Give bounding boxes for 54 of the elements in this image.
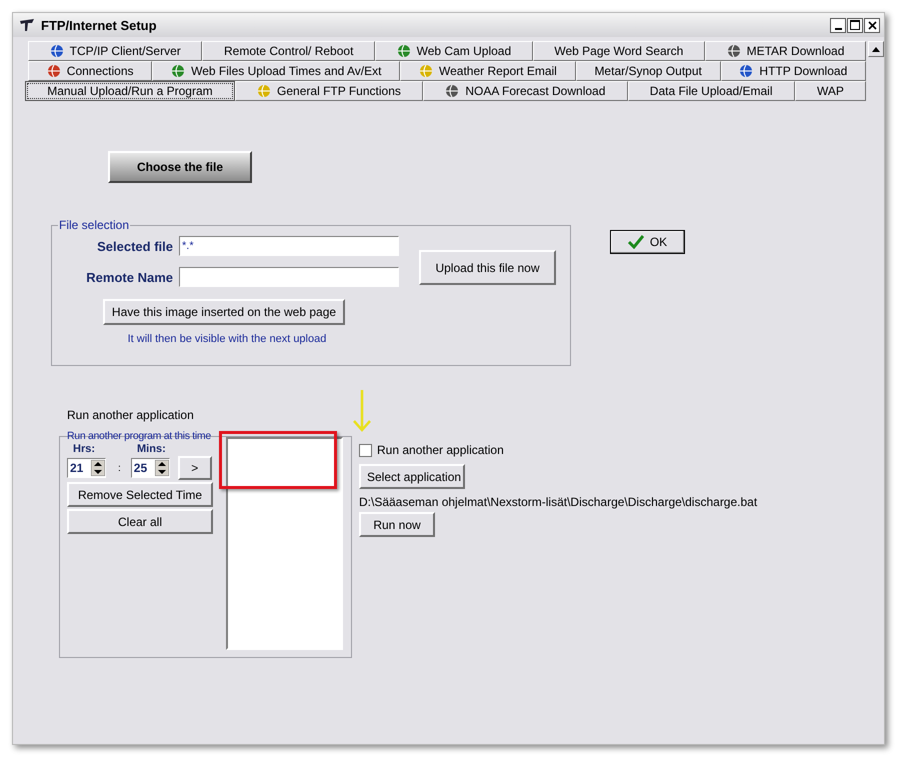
tab[interactable]: WAP [794, 81, 866, 101]
spin-arrows-icon [91, 460, 105, 476]
tab[interactable]: Web Files Upload Times and Av/Ext [152, 61, 400, 81]
time-separator: : [118, 462, 121, 474]
time-list[interactable] [226, 437, 343, 650]
remote-name-field[interactable] [179, 267, 399, 287]
add-time-button[interactable]: > [178, 456, 212, 480]
upload-note: It will then be visible with the next upload [128, 333, 326, 345]
application-path: D:\Sääaseman ohjelmat\Nexstorm-lisät\Discharge\Discharge\discharge.bat [359, 495, 758, 509]
spin-arrows-icon [154, 460, 169, 476]
run-application-heading: Run another application [67, 408, 194, 422]
down-arrow-icon [351, 389, 373, 433]
close-button[interactable] [864, 18, 880, 32]
tab[interactable]: Remote Control/ Reboot [202, 41, 376, 61]
upload-file-button[interactable]: Upload this file now [419, 250, 556, 285]
tab[interactable]: TCP/IP Client/Server [28, 41, 202, 61]
up-arrow-icon [872, 46, 880, 52]
checkmark-icon [628, 235, 644, 249]
tab[interactable]: Manual Upload/Run a Program [25, 81, 235, 101]
ok-button[interactable]: OK [610, 230, 685, 254]
group-legend: Run another program at this time [66, 429, 212, 443]
hours-spinner[interactable]: 21 [67, 458, 106, 478]
remote-name-label: Remote Name [86, 270, 173, 284]
group-legend: File selection [58, 218, 130, 232]
tab-scroll-button[interactable] [868, 41, 884, 57]
tab[interactable]: Connections [28, 61, 152, 81]
tab[interactable]: HTTP Download [720, 61, 866, 81]
tab[interactable]: General FTP Functions [234, 81, 424, 101]
choose-file-button[interactable]: Choose the file [108, 151, 252, 183]
run-now-button[interactable]: Run now [359, 512, 435, 537]
selected-file-field[interactable]: *.* [179, 236, 399, 256]
minimize-icon [834, 28, 842, 30]
minutes-label: Mins: [137, 443, 166, 456]
insert-image-button[interactable]: Have this image inserted on the web page [103, 299, 345, 325]
tab[interactable]: Web Cam Upload [375, 41, 533, 61]
minimize-button[interactable] [830, 18, 846, 32]
close-icon [868, 20, 876, 30]
hours-label: Hrs: [73, 443, 96, 456]
select-application-button[interactable]: Select application [359, 464, 465, 489]
selected-file-label: Selected file [97, 238, 173, 254]
tab[interactable]: NOAA Forecast Download [423, 81, 628, 101]
tab[interactable]: Web Page Word Search [532, 41, 705, 61]
tab[interactable]: Data File Upload/Email [628, 81, 795, 101]
remove-time-button[interactable]: Remove Selected Time [67, 482, 213, 507]
tab[interactable]: Weather Report Email [400, 61, 576, 81]
run-application-checkbox[interactable] [359, 444, 372, 456]
window-title: FTP/Internet Setup [41, 18, 157, 32]
maximize-button[interactable] [847, 18, 863, 32]
maximize-icon [850, 20, 860, 30]
checkbox-label: Run another application [377, 443, 504, 457]
tab[interactable]: METAR Download [704, 41, 866, 61]
minutes-spinner[interactable]: 25 [130, 458, 170, 478]
tab[interactable]: Metar/Synop Output [576, 61, 721, 81]
clear-all-button[interactable]: Clear all [67, 509, 213, 534]
